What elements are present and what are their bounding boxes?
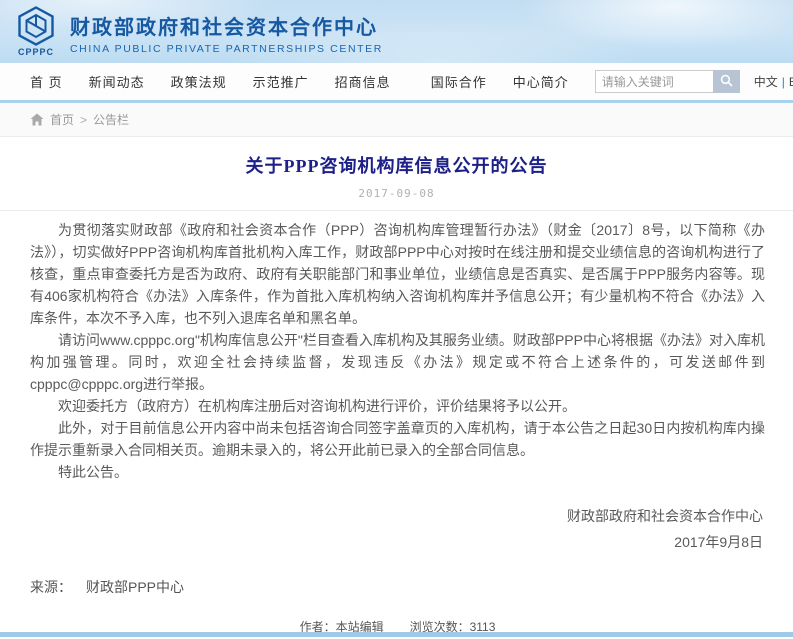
nav-item-investment[interactable]: 招商信息 [335,72,391,91]
search-input[interactable] [595,70,713,93]
article-paragraph: 为贯彻落实财政部《政府和社会资本合作（PPP）咨询机构库管理暂行办法》（财金〔2… [30,219,765,329]
article-body: 为贯彻落实财政部《政府和社会资本合作（PPP）咨询机构库管理暂行办法》（财金〔2… [0,211,793,635]
main-nav: 首 页 新闻动态 政策法规 示范推广 招商信息 国际合作 中心简介 中文 | EN [0,63,793,100]
org-names: 财政部政府和社会资本合作中心 CHINA PUBLIC PRIVATE PART… [70,9,383,55]
source-line: 来源： 财政部PPP中心 [30,577,765,597]
article-title: 关于PPP咨询机构库信息公开的公告 [0,152,793,178]
nav-item-international[interactable]: 国际合作 [431,72,487,91]
article-paragraph: 此外，对于目前信息公开内容中尚未包括咨询合同签字盖章页的入库机构，请于本公告之日… [30,417,765,461]
logo-acronym: CPPPC [18,47,54,57]
source-label: 来源： [30,579,72,595]
signature-org: 财政部政府和社会资本合作中心 [30,503,763,529]
search-area [595,70,740,93]
lang-en[interactable]: EN [789,75,793,89]
breadcrumb-home[interactable]: 首页 [50,111,74,128]
cpppc-logo-icon [17,6,55,46]
nav-item-home[interactable]: 首 页 [30,72,63,91]
source-value: 财政部PPP中心 [86,579,184,595]
breadcrumb: 首页 > 公告栏 [0,103,793,137]
lang-zh[interactable]: 中文 [754,75,778,89]
bottom-accent-bar [0,632,793,637]
article-date: 2017-09-08 [0,187,793,200]
logo[interactable]: CPPPC [10,6,62,57]
nav-item-demonstration[interactable]: 示范推广 [253,72,309,91]
article: 关于PPP咨询机构库信息公开的公告 2017-09-08 为贯彻落实财政部《政府… [0,152,793,635]
nav-item-policy[interactable]: 政策法规 [171,72,227,91]
nav-item-news[interactable]: 新闻动态 [89,72,145,91]
signature-date: 2017年9月8日 [30,529,763,555]
article-paragraph: 欢迎委托方（政府方）在机构库注册后对咨询机构进行评价，评价结果将予以公开。 [30,395,765,417]
search-button[interactable] [713,70,740,93]
org-name-cn: 财政部政府和社会资本合作中心 [70,11,383,40]
breadcrumb-current: 公告栏 [93,111,129,128]
language-switch: 中文 | EN [754,73,793,90]
breadcrumb-separator: > [80,113,87,127]
article-paragraph: 特此公告。 [30,461,765,483]
home-icon [30,113,44,126]
nav-item-about[interactable]: 中心简介 [513,72,569,91]
site-header: CPPPC 财政部政府和社会资本合作中心 CHINA PUBLIC PRIVAT… [0,0,793,63]
search-icon [720,74,733,90]
lang-divider: | [782,75,785,89]
article-paragraph: 请访问www.cpppc.org"机构库信息公开"栏目查看入库机构及其服务业绩。… [30,329,765,395]
signature-block: 财政部政府和社会资本合作中心 2017年9月8日 [30,503,765,555]
org-name-en: CHINA PUBLIC PRIVATE PARTNERSHIPS CENTER [70,43,383,55]
